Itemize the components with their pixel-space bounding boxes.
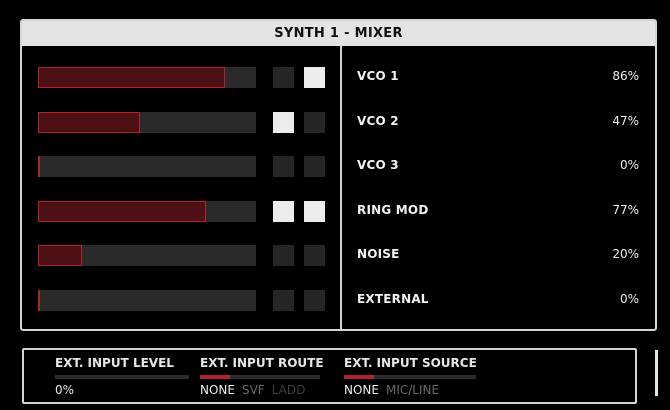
channel-name: EXTERNAL <box>357 291 429 306</box>
channel-row: EXTERNAL 0% <box>22 281 655 317</box>
channel-row: VCO 3 0% <box>22 147 655 183</box>
source-option-none[interactable]: NONE <box>344 383 379 397</box>
ext-input-route-options: NONE SVF LADD <box>200 383 312 397</box>
channel-toggle-1[interactable] <box>273 200 294 222</box>
ext-input-panel: EXT. INPUT LEVEL 0% EXT. INPUT ROUTE NON… <box>22 348 637 404</box>
channel-name: VCO 2 <box>357 113 399 128</box>
channel-level-fill <box>38 111 140 133</box>
channel-name: NOISE <box>357 247 400 261</box>
ext-input-source-options: NONE MIC/LINE <box>344 383 446 397</box>
channel-toggle-2[interactable] <box>304 200 325 222</box>
channel-level-fill <box>38 200 206 222</box>
channel-toggle-1[interactable] <box>273 111 294 133</box>
channel-name: VCO 1 <box>357 69 399 83</box>
channel-toggle-1[interactable] <box>273 245 294 266</box>
channel-value: 0% <box>619 158 639 172</box>
channel-toggle-1[interactable] <box>273 156 294 177</box>
channel-value: 86% <box>612 69 639 83</box>
channel-level-slider[interactable] <box>38 111 256 133</box>
channel-toggle-2[interactable] <box>304 111 325 133</box>
channel-level-fill <box>38 245 82 266</box>
route-option-none[interactable]: NONE <box>200 383 235 397</box>
channel-name: RING MOD <box>357 202 429 217</box>
channel-level-slider[interactable] <box>38 200 256 222</box>
mixer-body: VCO 1 86% VCO 2 47% VCO 3 0% RING MOD 77% NOISE 2… <box>22 46 655 329</box>
ext-input-route-selected-marker <box>200 375 230 379</box>
channel-value: 77% <box>612 202 639 217</box>
channel-level-slider[interactable] <box>38 67 256 88</box>
ext-input-level-value: 0% <box>55 383 75 397</box>
channel-toggle-2[interactable] <box>304 67 325 88</box>
ext-input-level-track[interactable] <box>55 375 189 379</box>
ext-input-source-selected-marker <box>344 375 374 379</box>
ext-input-level-label: EXT. INPUT LEVEL <box>55 356 174 370</box>
route-option-ladder[interactable]: LADD <box>272 383 306 397</box>
mixer-title: SYNTH 1 - MIXER <box>22 21 655 46</box>
channel-value: 20% <box>612 247 639 261</box>
channel-toggle-2[interactable] <box>304 156 325 177</box>
channel-toggle-1[interactable] <box>273 67 294 88</box>
channel-row: VCO 1 86% <box>22 58 655 94</box>
channel-level-slider[interactable] <box>38 289 256 311</box>
ext-input-route-label: EXT. INPUT ROUTE <box>200 356 324 370</box>
mixer-panel: SYNTH 1 - MIXER VCO 1 86% VCO 2 47% VCO 3 0% R… <box>20 19 657 331</box>
source-option-mic-line[interactable]: MIC/LINE <box>386 383 439 397</box>
channel-level-fill <box>38 289 40 311</box>
channel-name: VCO 3 <box>357 158 399 172</box>
channel-level-slider[interactable] <box>38 245 256 266</box>
channel-value: 0% <box>619 291 639 306</box>
route-option-svf[interactable]: SVF <box>242 383 265 397</box>
channel-value: 47% <box>612 113 639 128</box>
channel-row: VCO 2 47% <box>22 103 655 139</box>
ext-input-source-label: EXT. INPUT SOURCE <box>344 356 477 370</box>
ext-input-route-track <box>200 375 320 379</box>
channel-row: RING MOD 77% <box>22 192 655 228</box>
channel-row: NOISE 20% <box>22 236 655 272</box>
channel-level-fill <box>38 67 225 88</box>
channel-level-fill <box>38 156 40 177</box>
channel-level-slider[interactable] <box>38 156 256 177</box>
channel-toggle-2[interactable] <box>304 289 325 311</box>
channel-toggle-2[interactable] <box>304 245 325 266</box>
ext-input-source-track <box>344 375 476 379</box>
channel-toggle-1[interactable] <box>273 289 294 311</box>
scroll-indicator[interactable] <box>655 350 658 396</box>
